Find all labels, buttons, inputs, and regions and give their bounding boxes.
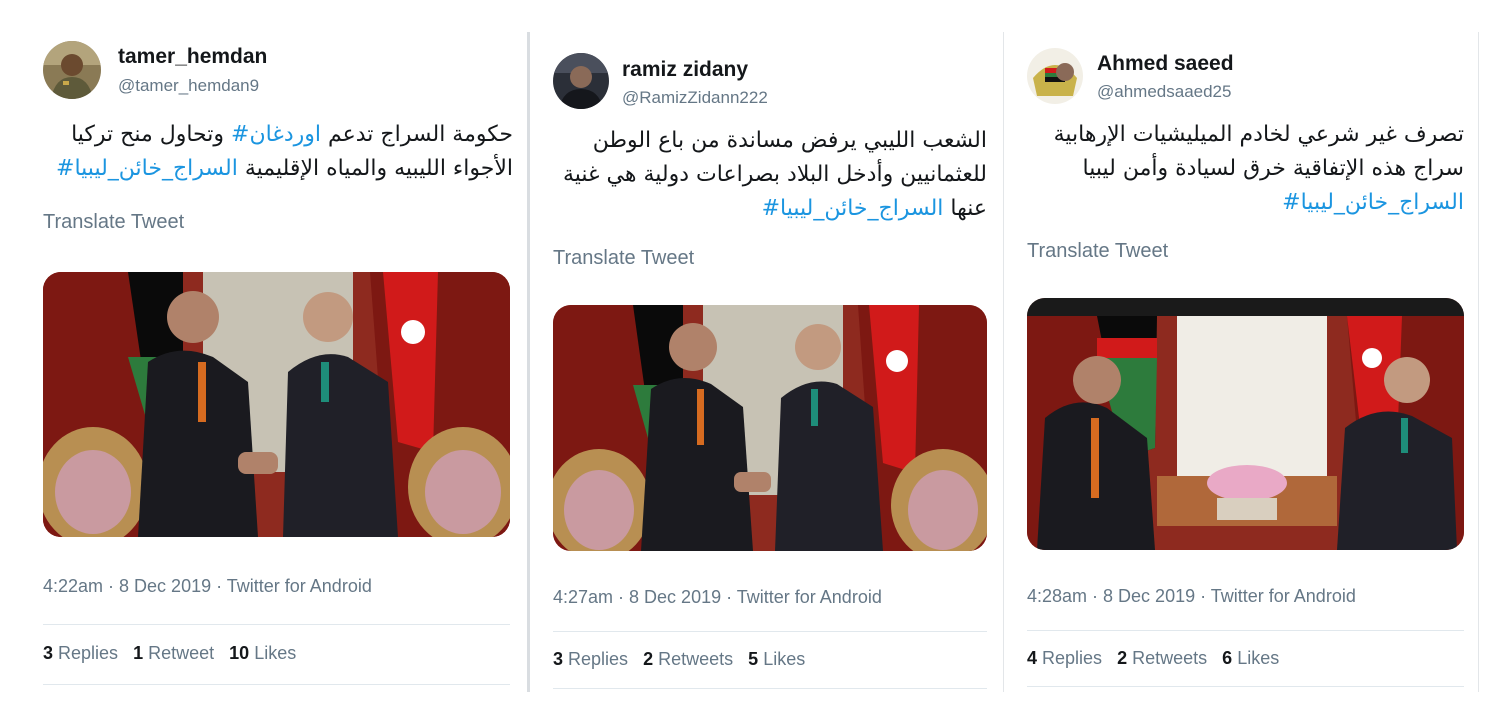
tweet-timestamp[interactable]: 4:27am · 8 Dec 2019 · Twitter for Androi… xyxy=(553,587,882,608)
translate-tweet-link[interactable]: Translate Tweet xyxy=(1027,240,1168,263)
author-handle[interactable]: @ahmedsaaed25 xyxy=(1097,82,1231,102)
tweet-text: حكومة السراج تدعم اوردغان# وتحاول منح تر… xyxy=(43,118,513,186)
tweet-photo[interactable] xyxy=(1027,298,1464,550)
tweet-timestamp[interactable]: 4:22am · 8 Dec 2019 · Twitter for Androi… xyxy=(43,576,372,597)
tweet-photo[interactable] xyxy=(43,272,510,537)
author-name[interactable]: Ahmed saeed xyxy=(1097,52,1234,76)
tweet-text: الشعب الليبي يرفض مساندة من باع الوطن لل… xyxy=(553,124,987,226)
tweet-card: tamer_hemdan @tamer_hemdan9 حكومة السراج… xyxy=(0,0,527,712)
text-fragment: الشعب الليبي يرفض مساندة من باع الوطن xyxy=(592,128,987,153)
engagement-stats: 4 Replies 2 Retweets 6 Likes xyxy=(1027,648,1279,669)
author-name[interactable]: tamer_hemdan xyxy=(118,45,267,69)
hashtag-link[interactable]: السراج_خائن_ليبيا# xyxy=(1282,190,1464,215)
replies-stat[interactable]: 3 Replies xyxy=(43,643,118,663)
author-handle[interactable]: @tamer_hemdan9 xyxy=(118,76,259,96)
separator xyxy=(1027,630,1464,631)
text-fragment: سراج هذه الإتفاقية خرق لسيادة وأمن ليبيا xyxy=(1082,156,1464,182)
hashtag-link[interactable]: اوردغان# xyxy=(231,122,321,147)
column-divider xyxy=(1478,32,1479,692)
text-fragment: تصرف غير شرعي لخادم الميليشيات الإرهابية xyxy=(1053,122,1464,147)
text-fragment: للعثمانيين وأدخل البلاد بصراعات دولية هي… xyxy=(562,162,987,188)
retweets-stat[interactable]: 1 Retweet xyxy=(133,643,214,663)
avatar[interactable] xyxy=(43,41,101,99)
text-fragment: حكومة السراج تدعم xyxy=(320,122,513,147)
separator xyxy=(1027,686,1464,687)
likes-stat[interactable]: 5 Likes xyxy=(748,649,805,669)
avatar[interactable] xyxy=(553,53,609,109)
separator xyxy=(43,624,510,625)
author-name[interactable]: ramiz zidany xyxy=(622,58,748,82)
retweets-stat[interactable]: 2 Retweets xyxy=(643,649,733,669)
author-handle[interactable]: @RamizZidann222 xyxy=(622,88,768,108)
avatar[interactable] xyxy=(1027,48,1083,104)
translate-tweet-link[interactable]: Translate Tweet xyxy=(553,247,694,270)
tweet-text: تصرف غير شرعي لخادم الميليشيات الإرهابية… xyxy=(1027,118,1464,220)
text-fragment: وتحاول منح تركيا xyxy=(71,122,232,147)
tweet-card: Ahmed saeed @ahmedsaaed25 تصرف غير شرعي … xyxy=(1004,0,1478,712)
engagement-stats: 3 Replies 2 Retweets 5 Likes xyxy=(553,649,805,670)
text-fragment: الأجواء الليبيه والمياه الإقليمية xyxy=(237,156,513,182)
likes-stat[interactable]: 6 Likes xyxy=(1222,648,1279,668)
translate-tweet-link[interactable]: Translate Tweet xyxy=(43,211,184,234)
replies-stat[interactable]: 3 Replies xyxy=(553,649,628,669)
engagement-stats: 3 Replies 1 Retweet 10 Likes xyxy=(43,643,296,664)
hashtag-link[interactable]: السراج_خائن_ليبيا# xyxy=(762,196,944,221)
retweets-stat[interactable]: 2 Retweets xyxy=(1117,648,1207,668)
separator xyxy=(553,688,987,689)
tweet-photo[interactable] xyxy=(553,305,987,551)
likes-stat[interactable]: 10 Likes xyxy=(229,643,296,663)
hashtag-link[interactable]: السراج_خائن_ليبيا# xyxy=(56,156,238,181)
text-fragment: عنها xyxy=(943,196,987,222)
replies-stat[interactable]: 4 Replies xyxy=(1027,648,1102,668)
tweet-timestamp[interactable]: 4:28am · 8 Dec 2019 · Twitter for Androi… xyxy=(1027,586,1356,607)
separator xyxy=(43,684,510,685)
separator xyxy=(553,631,987,632)
tweet-card: ramiz zidany @RamizZidann222 الشعب الليب… xyxy=(530,0,1003,712)
